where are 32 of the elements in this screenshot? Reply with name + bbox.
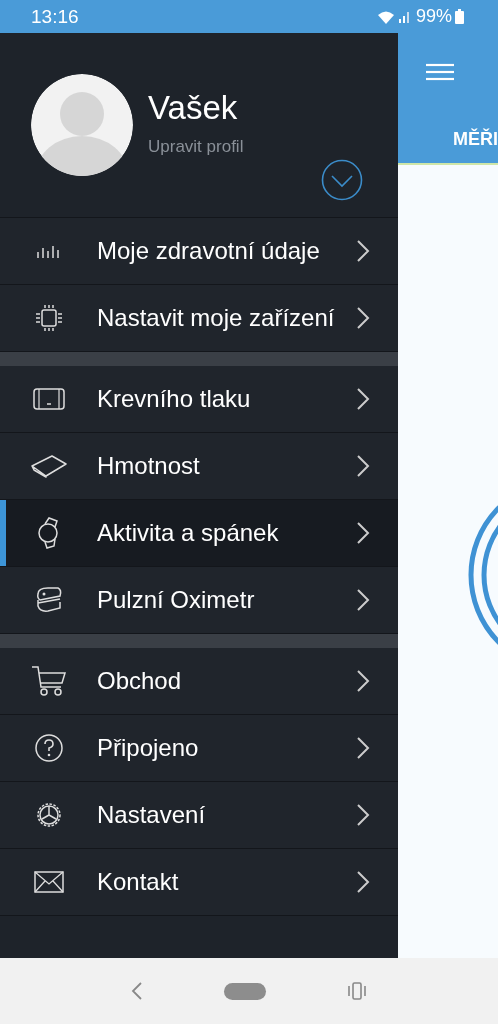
chevron-right-icon [356,736,370,760]
back-icon[interactable] [130,981,143,1001]
battery-percent: 99% [415,6,452,27]
scale-icon [29,454,68,478]
mail-icon [33,871,64,893]
bar-chart-icon [35,244,62,258]
chevron-right-icon [356,669,370,693]
menu-icon[interactable] [426,63,454,81]
wifi-icon [376,9,395,24]
expand-icon[interactable] [321,159,363,201]
chevron-right-icon [356,306,370,330]
battery-icon [455,9,464,24]
home-button[interactable] [224,982,266,1000]
chevron-right-icon [356,387,370,411]
help-icon [33,733,64,763]
chevron-right-icon [356,454,370,478]
monitor-icon [32,388,65,410]
signal-icon [397,10,410,23]
menu-item[interactable]: Aktivita a spánek [0,500,398,567]
chip-icon [34,305,63,331]
chevron-right-icon [356,239,370,263]
status-time: 13:16 [31,5,79,28]
chevron-right-icon [356,521,370,545]
avatar-icon [31,74,133,176]
chevron-right-icon [356,803,370,827]
edit-profile-link[interactable]: Upravit profil [148,137,244,157]
profile-name: Vašek [148,89,239,127]
recents-icon[interactable] [347,981,368,1001]
chevron-right-icon [356,870,370,894]
watch-icon [36,517,61,549]
chevron-right-icon [356,588,370,612]
cart-icon [30,665,67,697]
